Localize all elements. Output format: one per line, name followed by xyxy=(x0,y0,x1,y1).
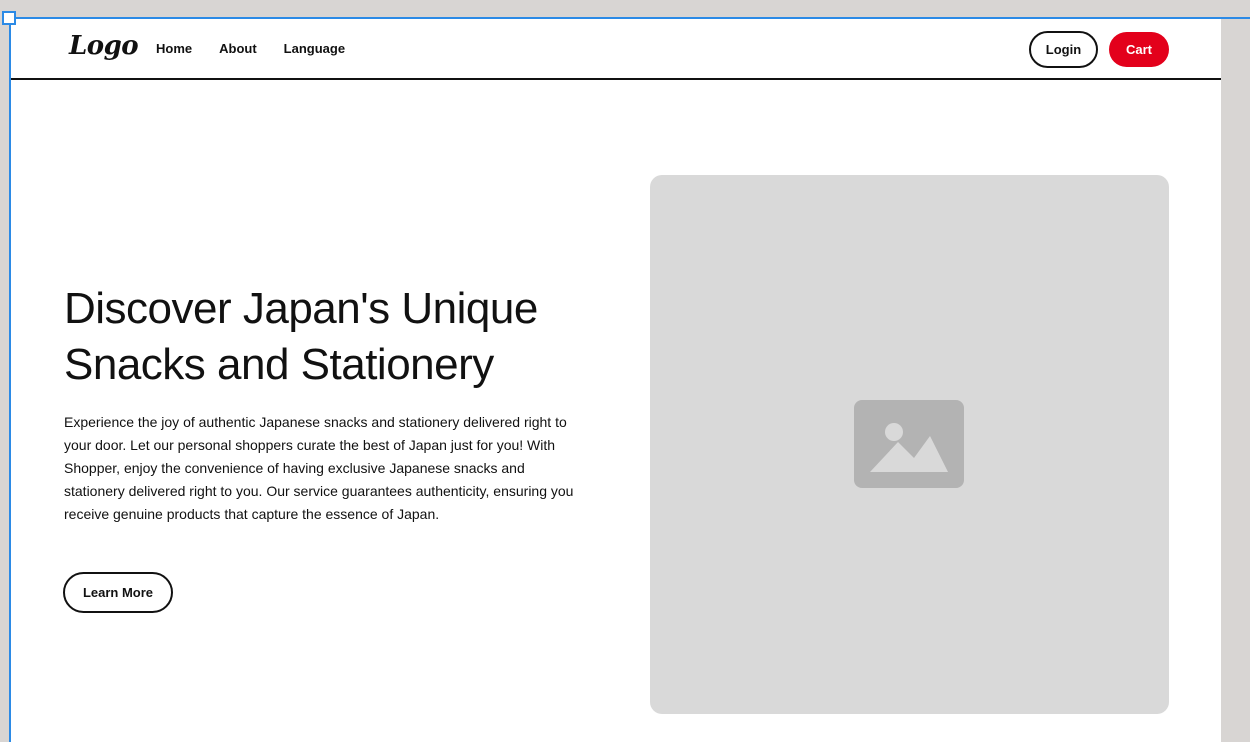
selection-handle[interactable] xyxy=(2,11,16,25)
cart-button[interactable]: Cart xyxy=(1109,32,1169,67)
login-button[interactable]: Login xyxy=(1029,31,1098,68)
hero-title-line-1: Discover Japan's Unique xyxy=(64,284,538,333)
nav-link-language[interactable]: Language xyxy=(284,41,345,56)
nav-link-about[interactable]: About xyxy=(219,41,257,56)
hero-title: Discover Japan's Unique Snacks and Stati… xyxy=(64,281,604,393)
nav-links: Home About Language xyxy=(156,41,345,56)
hero-image-placeholder xyxy=(650,175,1169,714)
image-placeholder-icon xyxy=(854,400,964,488)
navbar: Logo Home About Language Login Cart xyxy=(11,19,1221,80)
logo[interactable]: Logo xyxy=(69,31,139,61)
selection-frame-edge xyxy=(1220,17,1250,19)
nav-link-home[interactable]: Home xyxy=(156,41,192,56)
artboard: Logo Home About Language Login Cart Disc… xyxy=(9,17,1221,742)
learn-more-button[interactable]: Learn More xyxy=(63,572,173,613)
hero-title-line-2: Snacks and Stationery xyxy=(64,340,494,389)
hero-description: Experience the joy of authentic Japanese… xyxy=(64,414,574,522)
